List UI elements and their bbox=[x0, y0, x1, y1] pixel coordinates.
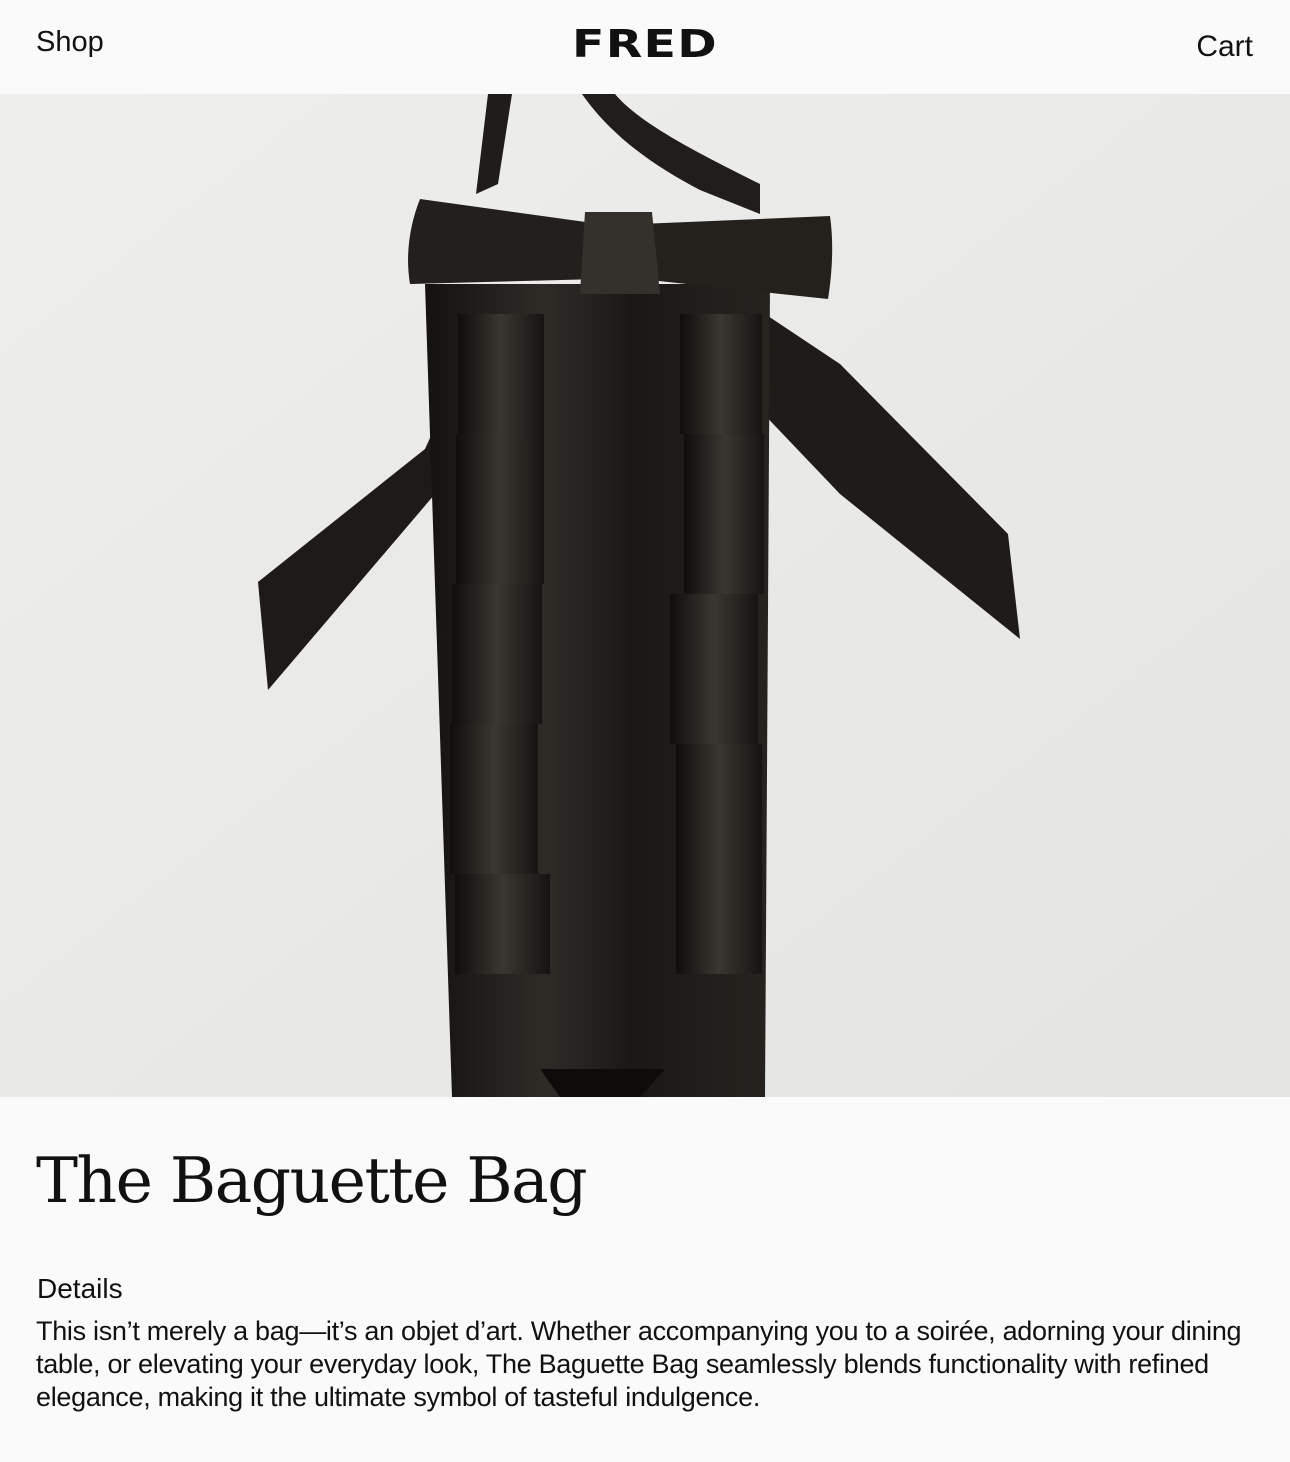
ruffle-left-3 bbox=[452, 584, 542, 724]
ruffle-left-5 bbox=[455, 874, 550, 974]
site-header: Shop FRED Cart bbox=[0, 0, 1290, 94]
details-heading: Details bbox=[37, 1273, 123, 1304]
ruffle-left-1 bbox=[458, 314, 544, 434]
product-image bbox=[0, 94, 1290, 1097]
ruffle-right-3 bbox=[670, 594, 758, 744]
brand-logo[interactable]: FRED bbox=[0, 22, 1290, 66]
cart-link[interactable]: Cart bbox=[1196, 30, 1253, 64]
ruffle-right-2 bbox=[684, 434, 764, 594]
ruffle-left-4 bbox=[450, 724, 538, 874]
product-title: The Baguette Bag bbox=[36, 1144, 588, 1217]
product-description: This isn’t merely a bag—it’s an objet d’… bbox=[36, 1316, 1242, 1412]
bow-knot bbox=[580, 212, 660, 294]
ruffle-right-1 bbox=[680, 314, 762, 434]
ruffle-right-4 bbox=[676, 744, 762, 974]
ruffle-left-2 bbox=[456, 434, 544, 584]
